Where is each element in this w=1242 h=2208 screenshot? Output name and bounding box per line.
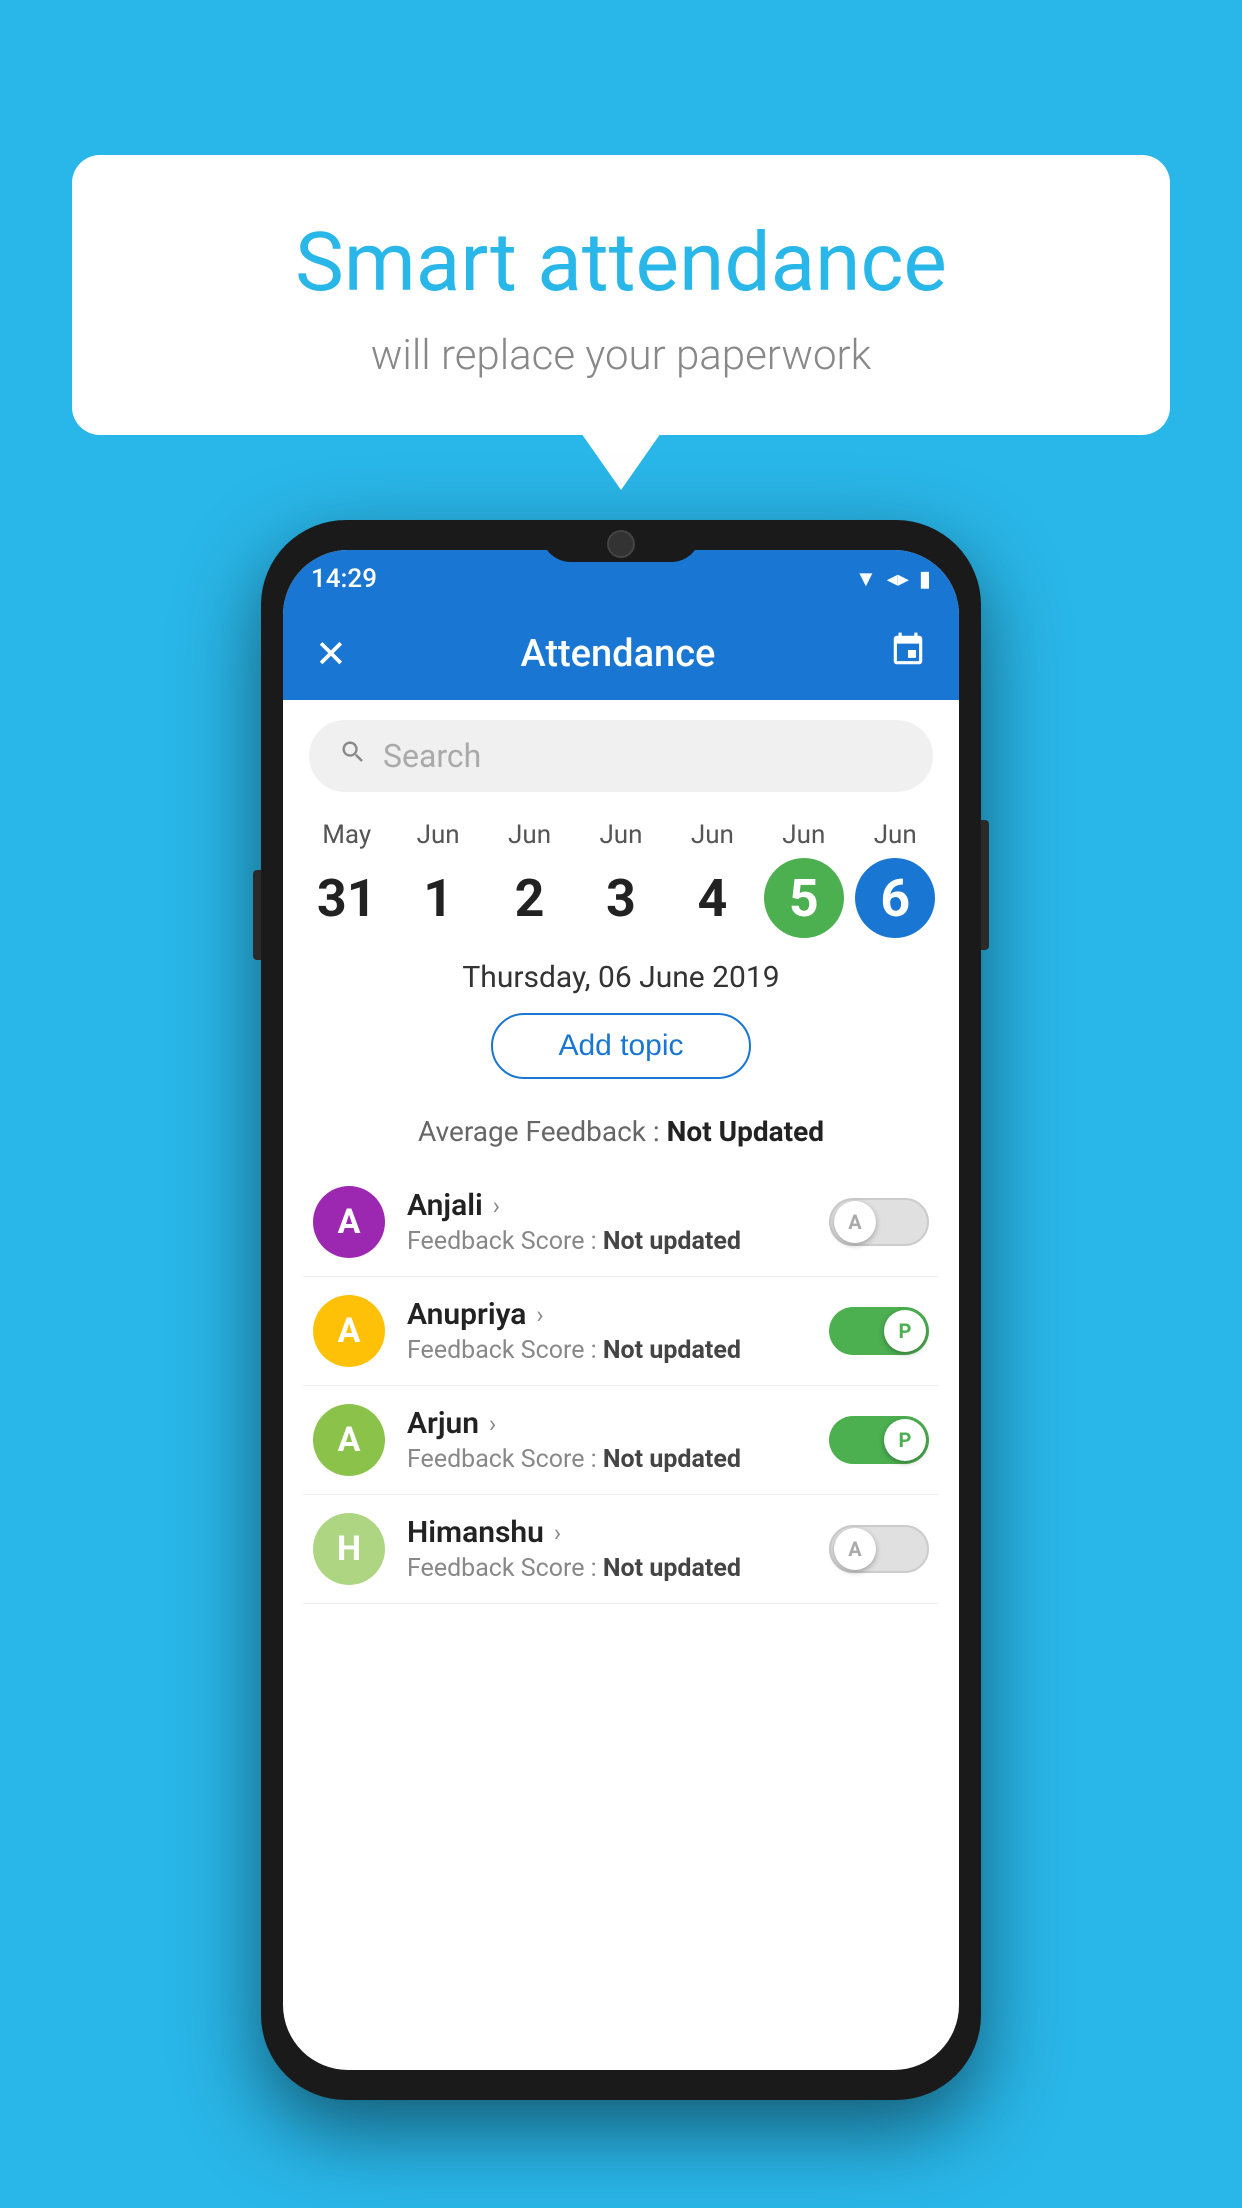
student-list: AAnjali›Feedback Score : Not updatedAAAn… (283, 1168, 959, 1604)
search-placeholder: Search (383, 737, 481, 775)
student-feedback-score: Feedback Score : Not updated (407, 1554, 807, 1583)
chevron-right-icon: › (489, 1410, 496, 1438)
calendar-day-3[interactable]: Jun 3 (581, 820, 661, 938)
toggle-thumb: P (884, 1310, 926, 1352)
student-name-row: Arjun › (407, 1406, 807, 1441)
app-bar: ✕ Attendance (283, 608, 959, 700)
app-bar-title: Attendance (520, 632, 715, 676)
student-avatar: A (313, 1186, 385, 1258)
phone-camera (607, 530, 635, 558)
close-button[interactable]: ✕ (315, 632, 347, 677)
calendar-icon[interactable] (889, 631, 927, 678)
status-time: 14:29 (311, 564, 377, 594)
calendar-day-6[interactable]: Jun 6 (855, 820, 935, 938)
selected-date-label: Thursday, 06 June 2019 (283, 960, 959, 995)
student-name-row: Himanshu › (407, 1515, 807, 1550)
cal-date-number: 6 (855, 858, 935, 938)
student-info: Anupriya › Feedback Score : Not updated (407, 1297, 807, 1365)
cal-month-label: Jun (691, 820, 734, 850)
cal-month-label: Jun (599, 820, 642, 850)
toggle-thumb: A (834, 1201, 876, 1243)
calendar-day-5[interactable]: Jun 5 (764, 820, 844, 938)
student-avatar: A (313, 1295, 385, 1367)
chevron-right-icon: › (554, 1519, 561, 1547)
student-item[interactable]: A Anjali › Feedback Score : Not updated A (303, 1168, 939, 1277)
phone-notch (541, 520, 701, 562)
cal-date-number: 1 (398, 858, 478, 938)
toggle-thumb: A (834, 1528, 876, 1570)
calendar-day-1[interactable]: Jun 1 (398, 820, 478, 938)
bubble-title: Smart attendance (122, 215, 1120, 311)
avg-feedback-label: Average Feedback : (418, 1115, 660, 1148)
calendar-strip: May 31 Jun 1 Jun 2 Jun 3 Jun 4 Jun 5 Jun 6 (283, 810, 959, 938)
add-topic-wrapper: Add topic (283, 1013, 959, 1097)
attendance-toggle[interactable]: A (829, 1198, 929, 1246)
student-item[interactable]: A Anupriya › Feedback Score : Not updated P (303, 1277, 939, 1386)
phone-outer: 14:29 ▼ ◂▸ ▮ ✕ Attendance (261, 520, 981, 2100)
student-feedback-score: Feedback Score : Not updated (407, 1227, 807, 1256)
student-name: Anupriya (407, 1297, 526, 1332)
cal-date-number: 4 (672, 858, 752, 938)
student-info: Himanshu › Feedback Score : Not updated (407, 1515, 807, 1583)
toggle-thumb: P (884, 1419, 926, 1461)
attendance-toggle[interactable]: P (829, 1307, 929, 1355)
student-info: Anjali › Feedback Score : Not updated (407, 1188, 807, 1256)
bubble-subtitle: will replace your paperwork (122, 331, 1120, 380)
cal-month-label: Jun (782, 820, 825, 850)
cal-date-number: 5 (764, 858, 844, 938)
screen-content: Search May 31 Jun 1 Jun 2 Jun 3 Jun 4 Jun 5 Jun 6 Thu… (283, 720, 959, 1604)
chevron-right-icon: › (493, 1192, 500, 1220)
phone-container: 14:29 ▼ ◂▸ ▮ ✕ Attendance (261, 520, 981, 2100)
student-name-row: Anjali › (407, 1188, 807, 1223)
student-feedback-score: Feedback Score : Not updated (407, 1336, 807, 1365)
attendance-toggle[interactable]: A (829, 1525, 929, 1573)
phone-button-right (981, 820, 989, 950)
search-icon (339, 738, 367, 774)
avg-feedback: Average Feedback : Not Updated (283, 1115, 959, 1148)
cal-date-number: 3 (581, 858, 661, 938)
student-info: Arjun › Feedback Score : Not updated (407, 1406, 807, 1474)
phone-button-left (253, 870, 261, 960)
student-avatar: H (313, 1513, 385, 1585)
battery-icon: ▮ (919, 567, 931, 592)
calendar-day-31[interactable]: May 31 (307, 820, 387, 938)
attendance-toggle[interactable]: P (829, 1416, 929, 1464)
search-bar[interactable]: Search (309, 720, 933, 792)
signal-icon: ◂▸ (887, 567, 909, 592)
wifi-icon: ▼ (855, 566, 877, 592)
student-item[interactable]: H Himanshu › Feedback Score : Not updated A (303, 1495, 939, 1604)
cal-date-number: 2 (490, 858, 570, 938)
add-topic-button[interactable]: Add topic (491, 1013, 751, 1079)
speech-bubble: Smart attendance will replace your paper… (72, 155, 1170, 435)
student-name-row: Anupriya › (407, 1297, 807, 1332)
cal-month-label: Jun (508, 820, 551, 850)
cal-month-label: May (322, 820, 371, 850)
chevron-right-icon: › (536, 1301, 543, 1329)
cal-month-label: Jun (874, 820, 917, 850)
calendar-day-4[interactable]: Jun 4 (672, 820, 752, 938)
cal-date-number: 31 (307, 858, 387, 938)
student-name: Himanshu (407, 1515, 544, 1550)
student-avatar: A (313, 1404, 385, 1476)
avg-feedback-value: Not Updated (667, 1115, 824, 1148)
student-item[interactable]: A Arjun › Feedback Score : Not updated P (303, 1386, 939, 1495)
student-name: Anjali (407, 1188, 483, 1223)
student-name: Arjun (407, 1406, 479, 1441)
cal-month-label: Jun (417, 820, 460, 850)
calendar-day-2[interactable]: Jun 2 (490, 820, 570, 938)
phone-screen: 14:29 ▼ ◂▸ ▮ ✕ Attendance (283, 550, 959, 2070)
student-feedback-score: Feedback Score : Not updated (407, 1445, 807, 1474)
status-icons: ▼ ◂▸ ▮ (855, 566, 931, 592)
